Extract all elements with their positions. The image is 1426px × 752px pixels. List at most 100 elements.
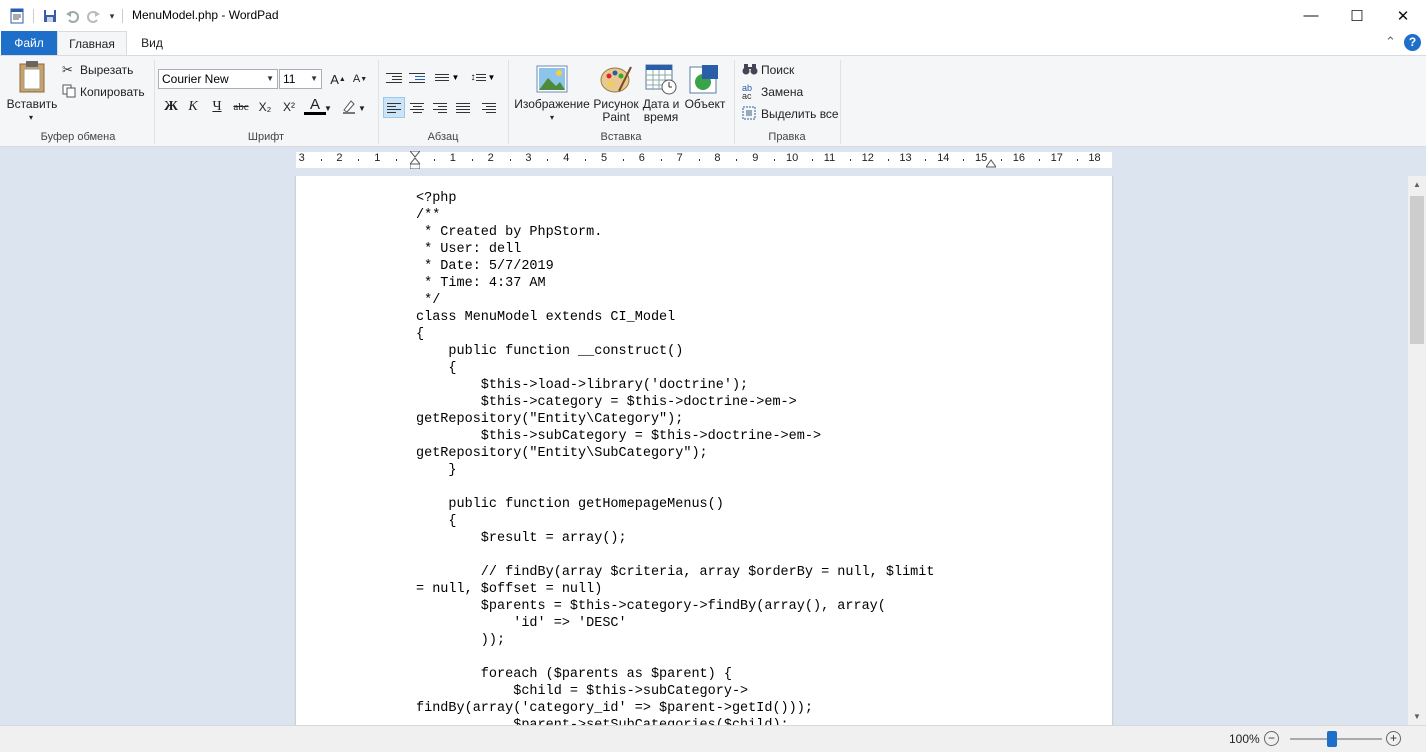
- select-all-button[interactable]: Выделить все: [742, 106, 839, 122]
- redo-icon[interactable]: [85, 7, 103, 25]
- object-icon[interactable]: [688, 63, 720, 95]
- ruler-half-mark: [509, 159, 511, 161]
- align-left-icon[interactable]: [383, 97, 405, 118]
- line-spacing-icon[interactable]: ↕ ▼: [469, 67, 497, 88]
- replace-label: Замена: [761, 85, 804, 99]
- find-label: Поиск: [761, 63, 795, 77]
- align-right-icon[interactable]: [429, 97, 451, 118]
- paint-label-line-2: Paint: [602, 110, 630, 124]
- chevron-down-icon[interactable]: ▼: [357, 98, 367, 118]
- underline-button[interactable]: Ч: [206, 97, 228, 117]
- ruler-tick-label: 2: [336, 152, 343, 164]
- ruler-tick-label: 11: [823, 152, 836, 164]
- ruler-tick-label: 7: [676, 152, 683, 164]
- grow-font-icon[interactable]: A ▲: [327, 69, 349, 89]
- align-center-icon[interactable]: [406, 97, 428, 118]
- vertical-scrollbar[interactable]: ▲ ▼: [1408, 176, 1426, 725]
- first-line-indent-marker-icon[interactable]: [410, 151, 420, 169]
- paste-button[interactable]: Вставить: [5, 98, 59, 111]
- ruler-tick-label: 17: [1050, 152, 1063, 164]
- ruler-tick-label: 4: [563, 152, 570, 164]
- ruler-tick-label: 13: [899, 152, 912, 164]
- shrink-font-icon[interactable]: A ▼: [349, 69, 371, 89]
- insert-datetime-button[interactable]: Дата и время: [640, 98, 682, 124]
- document-text[interactable]: <?php /** * Created by PhpStorm. * User:…: [416, 190, 934, 725]
- chevron-down-icon[interactable]: ▾: [545, 111, 559, 124]
- scroll-down-arrow-icon[interactable]: ▼: [1408, 708, 1426, 725]
- ruler-tick-label: 12: [861, 152, 874, 164]
- copy-button[interactable]: Копировать: [62, 84, 145, 100]
- insert-object-button[interactable]: Объект: [683, 98, 727, 111]
- binoculars-icon: [742, 62, 758, 79]
- clipboard-group-label: Буфер обмена: [40, 131, 116, 143]
- increase-indent-icon[interactable]: [406, 67, 428, 88]
- ruler-half-mark: [585, 159, 587, 161]
- zoom-out-button[interactable]: −: [1264, 731, 1279, 746]
- ruler[interactable]: 3 2 1 1 2 3 4 5 6 7 8 9 10 11 12 13 14 15 16 17 18: [296, 151, 1112, 169]
- group-divider: [734, 60, 735, 144]
- group-divider: [378, 60, 379, 144]
- wordpad-app-icon[interactable]: [8, 7, 26, 25]
- scroll-up-arrow-icon[interactable]: ▲: [1408, 176, 1426, 193]
- tab-view[interactable]: Вид: [131, 31, 173, 55]
- editing-group-label: Правка: [768, 131, 806, 143]
- superscript-button[interactable]: X²: [278, 97, 300, 117]
- paste-dropdown-arrow-icon[interactable]: ▾: [24, 111, 38, 124]
- ruler-half-mark: [1076, 159, 1078, 161]
- save-icon[interactable]: [41, 7, 59, 25]
- select-all-label: Выделить все: [761, 107, 839, 121]
- ruler-tick-label: 5: [601, 152, 608, 164]
- decrease-indent-icon[interactable]: [383, 67, 405, 88]
- minimize-button[interactable]: —: [1288, 0, 1334, 31]
- cut-label: Вырезать: [80, 63, 134, 77]
- font-family-select[interactable]: Courier New ▼: [158, 69, 278, 89]
- font-size-select[interactable]: 11 ▼: [279, 69, 322, 89]
- bold-button[interactable]: Ж: [160, 97, 182, 117]
- ruler-half-mark: [736, 159, 738, 161]
- cut-button[interactable]: ✂ Вырезать: [62, 62, 133, 78]
- tab-home[interactable]: Главная: [57, 31, 127, 55]
- status-bar: 100% − +: [0, 725, 1426, 752]
- insert-image-button[interactable]: Изображение: [512, 98, 592, 111]
- ruler-half-mark: [622, 159, 624, 161]
- ruler-tick-label: 3: [525, 152, 532, 164]
- ruler-tick-label: 15: [975, 152, 988, 164]
- paint-drawing-button[interactable]: Рисунок Paint: [592, 98, 640, 124]
- find-button[interactable]: Поиск: [742, 62, 794, 78]
- copy-icon: [62, 84, 76, 101]
- document-page[interactable]: <?php /** * Created by PhpStorm. * User:…: [296, 176, 1112, 725]
- ruler-half-mark: [774, 159, 776, 161]
- strikethrough-button[interactable]: abc: [230, 97, 252, 117]
- minimize-ribbon-chevron-icon[interactable]: ⌃: [1385, 34, 1396, 50]
- ruler-half-mark: [471, 159, 473, 161]
- italic-button[interactable]: К: [182, 97, 204, 117]
- customize-quick-access-icon[interactable]: ▾: [106, 7, 118, 25]
- image-icon[interactable]: [536, 63, 568, 95]
- subscript-button[interactable]: X₂: [254, 97, 276, 117]
- paragraph-settings-icon[interactable]: [478, 97, 500, 118]
- ruler-tick-label: 10: [786, 152, 799, 164]
- group-divider: [508, 60, 509, 144]
- maximize-button[interactable]: ☐: [1334, 0, 1380, 31]
- help-icon[interactable]: ?: [1404, 34, 1421, 51]
- calendar-clock-icon[interactable]: [645, 63, 677, 95]
- right-indent-marker-icon[interactable]: [986, 159, 996, 168]
- paint-icon[interactable]: [599, 63, 633, 95]
- undo-icon[interactable]: [63, 7, 81, 25]
- scrollbar-thumb[interactable]: [1410, 196, 1424, 344]
- close-button[interactable]: ✕: [1380, 0, 1426, 31]
- chevron-down-icon[interactable]: ▼: [323, 98, 333, 118]
- zoom-in-button[interactable]: +: [1386, 731, 1401, 746]
- zoom-slider-thumb[interactable]: [1327, 731, 1337, 747]
- paste-icon[interactable]: [16, 60, 50, 94]
- justify-icon[interactable]: [452, 97, 474, 118]
- chevron-down-icon: ▼: [266, 74, 274, 83]
- ruler-tick-label: 3: [298, 152, 305, 164]
- tab-file[interactable]: Файл: [1, 31, 57, 55]
- ruler-tick-label: 2: [487, 152, 494, 164]
- list-bullets-icon[interactable]: ▼: [431, 67, 463, 88]
- ruler-tick-label: 16: [1012, 152, 1026, 164]
- group-divider: [840, 60, 841, 144]
- ruler-half-mark: [396, 159, 398, 161]
- replace-button[interactable]: ab ac Замена: [742, 84, 804, 101]
